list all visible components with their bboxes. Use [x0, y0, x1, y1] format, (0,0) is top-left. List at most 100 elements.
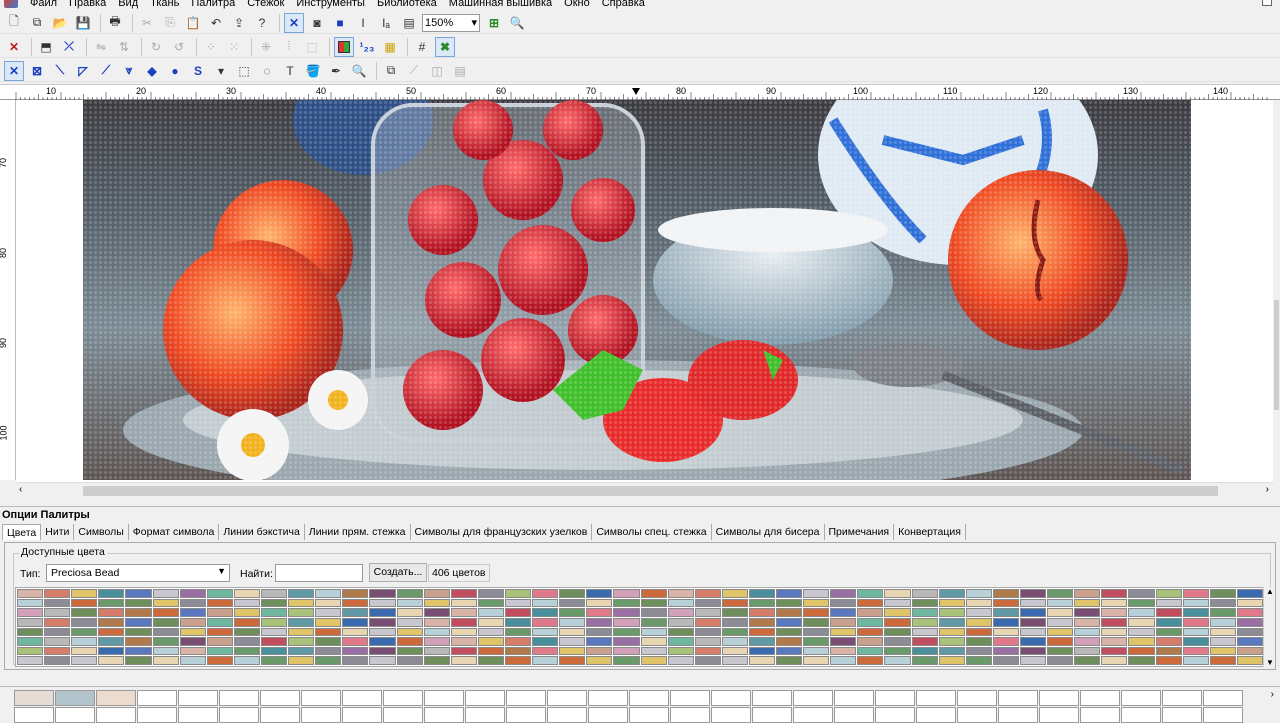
scroll-right-icon[interactable]: › [1266, 484, 1269, 495]
color-swatch[interactable] [71, 589, 98, 598]
find-input[interactable] [275, 564, 363, 582]
color-swatch[interactable] [1020, 608, 1047, 617]
grid-icon[interactable]: # [412, 37, 432, 57]
color-swatch[interactable] [233, 646, 260, 656]
color-swatch[interactable] [71, 617, 98, 627]
color-swatch[interactable] [911, 589, 938, 598]
color-swatch[interactable] [748, 589, 776, 598]
color-swatch[interactable] [315, 589, 342, 598]
color-swatch[interactable] [1236, 656, 1263, 665]
color-swatch[interactable] [803, 589, 830, 598]
color-swatch[interactable] [776, 608, 803, 617]
quarter-b-icon[interactable]: ⟋ [96, 61, 116, 81]
color-swatch[interactable] [396, 589, 423, 598]
color-swatch[interactable] [423, 589, 450, 598]
color-swatch[interactable] [477, 589, 504, 598]
color-swatch[interactable] [830, 646, 857, 656]
color-swatch[interactable] [532, 617, 559, 627]
color-swatch[interactable] [423, 627, 450, 637]
used-color-cell[interactable] [1039, 690, 1079, 706]
color-swatch[interactable] [450, 598, 477, 608]
color-swatch[interactable] [504, 646, 532, 656]
magnify-icon[interactable]: 🔍 [349, 61, 369, 81]
color-swatch[interactable] [98, 598, 125, 608]
used-color-cell[interactable] [998, 690, 1038, 706]
color-swatch[interactable] [396, 617, 423, 627]
color-swatch[interactable] [803, 617, 830, 627]
color-swatch[interactable] [667, 627, 694, 637]
color-swatch[interactable] [776, 627, 803, 637]
color-swatch[interactable] [748, 598, 776, 608]
window-restore-icon[interactable] [1262, 0, 1272, 6]
palette-type-select[interactable]: Preciosa Bead ▼ [46, 564, 230, 582]
color-swatch[interactable] [830, 608, 857, 617]
used-color-cell[interactable] [465, 707, 505, 723]
color-swatch[interactable] [98, 656, 125, 665]
color-swatch[interactable] [613, 637, 640, 646]
used-color-cell[interactable] [1162, 707, 1202, 723]
tool-d-icon[interactable]: ▤ [450, 61, 470, 81]
color-swatch[interactable] [206, 598, 233, 608]
color-swatch[interactable] [342, 589, 369, 598]
color-swatch[interactable] [1101, 589, 1128, 598]
menu-view[interactable]: Вид [112, 0, 144, 10]
color-swatch[interactable] [125, 627, 152, 637]
color-swatch[interactable] [1209, 627, 1236, 637]
used-color-cell[interactable] [383, 707, 423, 723]
menu-tools[interactable]: Инструменты [290, 0, 371, 10]
color-swatch[interactable] [776, 656, 803, 665]
menu-stitch[interactable]: Стежок [241, 0, 290, 10]
color-swatch[interactable] [532, 598, 559, 608]
color-swatch[interactable] [613, 598, 640, 608]
color-swatch[interactable] [369, 627, 396, 637]
used-color-cell[interactable] [424, 690, 464, 706]
color-swatch[interactable] [1047, 589, 1074, 598]
color-swatch[interactable] [938, 608, 965, 617]
color-swatch[interactable] [504, 637, 532, 646]
color-swatch[interactable] [640, 598, 667, 608]
color-swatch[interactable] [125, 589, 152, 598]
color-swatch[interactable] [450, 656, 477, 665]
color-swatch[interactable] [938, 617, 965, 627]
color-swatch[interactable] [965, 627, 992, 637]
copy-icon[interactable]: ⎘ [160, 13, 180, 33]
color-swatch[interactable] [965, 617, 992, 627]
color-swatch[interactable] [423, 617, 450, 627]
color-swatch[interactable] [1182, 589, 1209, 598]
lazy-s-icon[interactable]: S [188, 61, 208, 81]
color-swatch[interactable] [152, 589, 179, 598]
used-color-cell[interactable] [752, 707, 792, 723]
color-swatch[interactable] [152, 598, 179, 608]
zoom-select-icon[interactable]: 🔍 [507, 13, 527, 33]
color-swatch[interactable] [179, 627, 206, 637]
color-swatch[interactable] [1128, 627, 1155, 637]
color-swatch[interactable] [721, 589, 748, 598]
color-swatch[interactable] [857, 646, 884, 656]
color-swatch[interactable] [1155, 589, 1182, 598]
color-swatch[interactable] [1236, 637, 1263, 646]
color-swatch[interactable] [71, 627, 98, 637]
color-swatch[interactable] [17, 656, 44, 665]
color-swatch[interactable] [1209, 617, 1236, 627]
used-color-cell[interactable] [1121, 690, 1161, 706]
color-swatch[interactable] [965, 598, 992, 608]
color-swatch[interactable] [721, 656, 748, 665]
mirror-v-icon[interactable]: ⇅ [114, 37, 134, 57]
color-swatch[interactable] [342, 637, 369, 646]
color-swatch[interactable] [830, 637, 857, 646]
color-swatch[interactable] [721, 646, 748, 656]
fill-bucket-icon[interactable]: 🪣 [303, 61, 323, 81]
color-swatch[interactable] [477, 646, 504, 656]
color-swatch[interactable] [938, 637, 965, 646]
color-swatch[interactable] [586, 656, 613, 665]
color-swatch[interactable] [98, 608, 125, 617]
menu-fabric[interactable]: Ткань [144, 0, 185, 10]
color-swatch[interactable] [423, 608, 450, 617]
color-swatch[interactable] [1101, 617, 1128, 627]
bead-icon[interactable]: ◆ [142, 61, 162, 81]
color-swatch[interactable] [667, 617, 694, 627]
tab-colors[interactable]: Цвета [2, 524, 42, 540]
color-swatch[interactable] [396, 598, 423, 608]
color-swatch[interactable] [857, 656, 884, 665]
used-color-cell[interactable] [588, 707, 628, 723]
